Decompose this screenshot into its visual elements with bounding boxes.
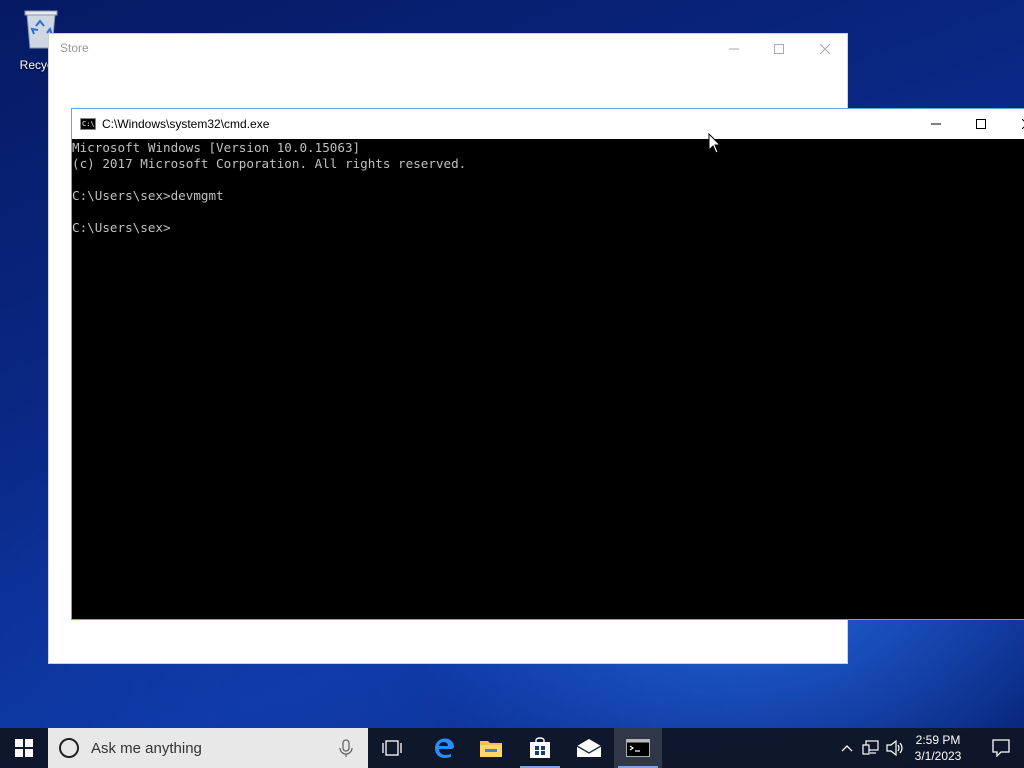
taskbar-clock[interactable]: 2:59 PM 3/1/2023 [904,732,972,764]
cmd-maximize-button[interactable] [958,109,1004,139]
cmd-window-title: C:\Windows\system32\cmd.exe [102,117,270,131]
cmd-close-button[interactable] [1004,109,1024,139]
cmd-app-icon: C:\ [80,118,96,130]
cortana-icon [59,738,79,758]
task-view-icon [382,740,402,756]
mail-icon [576,739,602,757]
cmd-minimize-button[interactable] [913,109,959,139]
console-prompt-line[interactable]: C:\Users\sex> [72,220,1024,236]
store-bag-icon [530,737,550,758]
cmd-window[interactable]: C:\ C:\Windows\system32\cmd.exe Microsof… [71,108,1024,620]
taskbar: Ask me anything 2:59 PM 3/1/2023 [0,728,1024,768]
network-tray-button[interactable] [861,728,881,768]
cmd-console-output[interactable]: Microsoft Windows [Version 10.0.15063] (… [72,139,1024,619]
notification-icon [992,739,1010,757]
edge-icon [435,738,454,758]
console-line: C:\Users\sex>devmgmt [72,188,224,203]
windows-logo-icon [15,739,33,757]
edge-button[interactable] [419,728,467,768]
store-minimize-button[interactable] [711,34,757,64]
mouse-pointer-icon [708,132,722,155]
cortana-search-box[interactable]: Ask me anything [48,728,368,768]
cmd-titlebar[interactable]: C:\ C:\Windows\system32\cmd.exe [72,109,1024,139]
file-explorer-button[interactable] [467,728,515,768]
console-line: (c) 2017 Microsoft Corporation. All righ… [72,156,467,171]
store-titlebar[interactable]: Store [49,34,847,64]
store-close-button[interactable] [802,34,848,64]
action-center-button[interactable] [978,728,1024,768]
clock-date: 3/1/2023 [914,749,962,763]
store-window-title: Store [60,41,89,55]
command-prompt-icon [626,739,650,757]
clock-time: 2:59 PM [915,733,961,747]
store-taskbar-button[interactable] [516,728,564,768]
folder-icon [480,741,502,757]
store-maximize-button[interactable] [756,34,802,64]
volume-tray-button[interactable] [884,728,906,768]
mail-button[interactable] [565,728,613,768]
show-hidden-icons-button[interactable] [838,728,856,768]
command-prompt-taskbar-button[interactable] [614,728,662,768]
console-line: Microsoft Windows [Version 10.0.15063] [72,140,361,155]
task-view-button[interactable] [368,728,416,768]
microphone-icon[interactable] [334,736,358,760]
start-button[interactable] [0,728,48,768]
chevron-up-icon [841,745,853,752]
network-icon [862,740,879,755]
search-placeholder: Ask me anything [91,739,202,757]
speaker-icon [886,740,903,756]
